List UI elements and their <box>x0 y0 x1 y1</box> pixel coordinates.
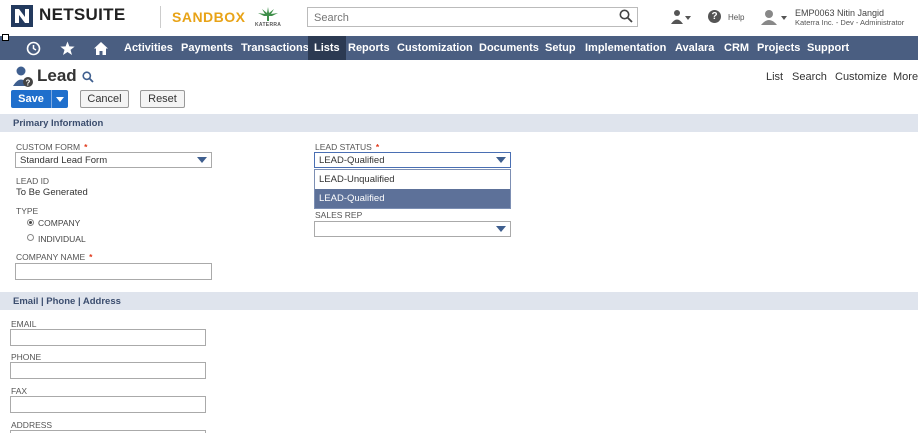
address-label: ADDRESS <box>11 420 53 430</box>
global-search-box[interactable] <box>307 7 638 27</box>
contact-section[interactable]: Email | Phone | Address <box>0 292 918 310</box>
reset-button[interactable]: Reset <box>140 90 185 108</box>
favorites-star-icon[interactable] <box>57 36 77 60</box>
nav-support[interactable]: Support <box>801 36 855 60</box>
cancel-button[interactable]: Cancel <box>80 90 129 108</box>
section-title-primary: Primary Information <box>13 118 104 129</box>
nav-payments[interactable]: Payments <box>175 36 239 60</box>
nav-reports[interactable]: Reports <box>342 36 396 60</box>
main-nav-bar: Activities Payments Transactions Lists R… <box>0 36 918 60</box>
netsuite-logo-text: NETSUITE <box>39 5 126 24</box>
email-label: EMAIL <box>11 319 37 329</box>
help-link[interactable]: Help <box>728 13 744 22</box>
lead-status-dropdown-list: LEAD-Unqualified LEAD-Qualified <box>314 169 511 209</box>
svg-text:?: ? <box>26 79 31 88</box>
lead-id-value: To Be Generated <box>16 187 88 198</box>
chevron-down-icon <box>56 96 64 102</box>
lead-id-label: LEAD ID <box>16 176 50 186</box>
phone-label: PHONE <box>11 352 42 362</box>
type-label: TYPE <box>16 206 39 216</box>
nav-documents[interactable]: Documents <box>473 36 545 60</box>
nav-activities[interactable]: Activities <box>118 36 179 60</box>
company-name-input[interactable] <box>15 263 212 280</box>
sales-rep-label: SALES REP <box>315 210 363 220</box>
global-header: NETSUITE SANDBOX KATERRA ? Help EMP0063 … <box>0 0 918 36</box>
type-individual-label[interactable]: INDIVIDUAL <box>38 234 86 244</box>
nav-projects[interactable]: Projects <box>751 36 806 60</box>
nav-transactions[interactable]: Transactions <box>235 36 315 60</box>
custom-form-select[interactable]: Standard Lead Form <box>15 152 212 168</box>
nav-implementation[interactable]: Implementation <box>579 36 672 60</box>
search-icon[interactable] <box>619 9 633 28</box>
lead-status-label: LEAD STATUS * <box>315 142 380 152</box>
lead-record-icon: ? <box>12 66 34 93</box>
company-logo: KATERRA <box>253 4 283 30</box>
header-divider <box>160 6 161 28</box>
user-avatar-icon[interactable] <box>760 9 790 30</box>
search-record-icon[interactable] <box>82 70 94 88</box>
page-title: Lead <box>37 66 77 85</box>
company-logo-text: KATERRA <box>255 22 282 28</box>
fax-label: FAX <box>11 386 28 396</box>
global-search-input[interactable] <box>312 9 606 27</box>
link-more[interactable]: More <box>893 71 918 83</box>
netsuite-logo-icon[interactable] <box>11 5 33 27</box>
nav-setup[interactable]: Setup <box>539 36 582 60</box>
link-search[interactable]: Search <box>792 71 827 83</box>
link-customize[interactable]: Customize <box>835 71 887 83</box>
window-corner-marker <box>2 34 9 41</box>
dropdown-arrow-icon <box>496 157 506 163</box>
link-list[interactable]: List <box>766 71 783 83</box>
email-field[interactable] <box>10 329 206 346</box>
lead-status-value: LEAD-Qualified <box>319 155 385 166</box>
dropdown-arrow-icon <box>496 226 506 232</box>
custom-form-value: Standard Lead Form <box>20 155 108 166</box>
type-company-radio[interactable] <box>27 219 34 226</box>
save-options-button[interactable] <box>51 90 68 108</box>
type-company-label[interactable]: COMPANY <box>38 218 80 228</box>
lead-status-option-selected[interactable]: LEAD-Qualified <box>315 189 510 208</box>
lead-status-select[interactable]: LEAD-Qualified <box>314 152 511 168</box>
nav-customization[interactable]: Customization <box>391 36 479 60</box>
section-title-contact: Email | Phone | Address <box>13 296 121 307</box>
help-icon[interactable]: ? <box>708 10 721 23</box>
primary-information-section[interactable]: Primary Information <box>0 114 918 132</box>
dropdown-arrow-icon <box>197 157 207 163</box>
nav-crm[interactable]: CRM <box>718 36 755 60</box>
lead-status-option[interactable]: LEAD-Unqualified <box>315 170 510 189</box>
type-individual-radio[interactable] <box>27 234 34 241</box>
environment-label: SANDBOX <box>172 9 246 25</box>
user-role[interactable]: Katerra Inc. - Dev - Administrator <box>795 18 904 27</box>
save-button[interactable]: Save <box>11 90 51 108</box>
company-name-label: COMPANY NAME * <box>16 252 93 262</box>
sales-rep-select[interactable] <box>314 221 511 237</box>
recent-records-icon[interactable] <box>670 9 692 30</box>
user-name[interactable]: EMP0063 Nitin Jangid <box>795 8 884 18</box>
custom-form-label: CUSTOM FORM * <box>16 142 88 152</box>
nav-avalara[interactable]: Avalara <box>669 36 720 60</box>
nav-lists[interactable]: Lists <box>308 36 346 60</box>
phone-field[interactable] <box>10 362 206 379</box>
fax-field[interactable] <box>10 396 206 413</box>
recent-history-icon[interactable] <box>22 36 44 60</box>
home-icon[interactable] <box>91 36 111 60</box>
